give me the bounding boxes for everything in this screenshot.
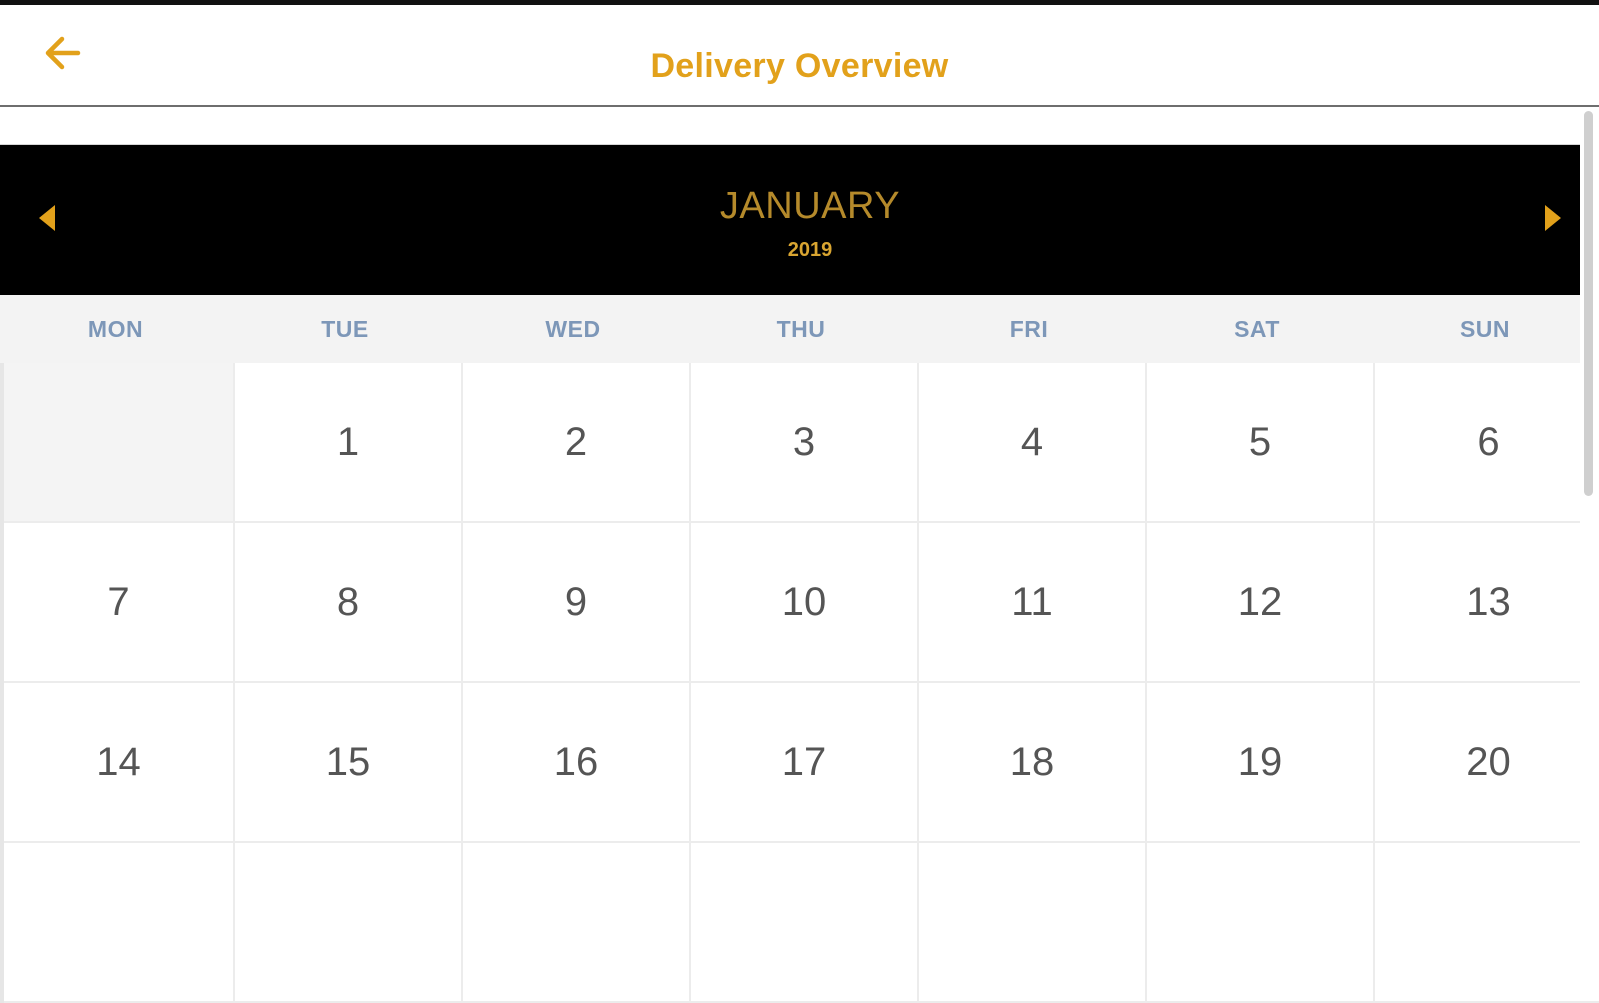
weekday-label: SAT [1234,315,1280,342]
calendar-day[interactable] [235,843,463,1003]
calendar-day[interactable]: 4 [919,363,1147,523]
month-label: JANUARY [719,185,901,227]
calendar-day[interactable]: 2 [463,363,691,523]
weekday-label: TUE [321,315,369,342]
calendar-day[interactable]: 9 [463,523,691,683]
calendar-day[interactable]: 5 [1147,363,1375,523]
calendar-grid: 1 2 3 4 5 6 7 8 9 10 11 12 13 14 15 16 1… [0,363,1599,1003]
calendar-day[interactable]: 10 [691,523,919,683]
back-button[interactable] [36,33,88,77]
month-navigation-bar: JANUARY 2019 [0,145,1599,295]
header-spacer [0,107,1599,145]
calendar-day[interactable]: 6 [1375,363,1599,523]
vertical-scrollbar[interactable] [1580,107,1599,900]
calendar-day[interactable]: 14 [4,683,235,843]
weekday-label: THU [776,315,826,342]
calendar-day[interactable]: 7 [4,523,235,683]
page-title-text: Delivery Overview [650,46,949,85]
next-month-button[interactable] [1533,195,1573,245]
calendar-day[interactable]: 12 [1147,523,1375,683]
calendar-day[interactable]: 8 [235,523,463,683]
calendar-day[interactable] [4,843,235,1003]
calendar-day[interactable]: 13 [1375,523,1599,683]
calendar-day[interactable]: 11 [919,523,1147,683]
calendar-day[interactable]: 15 [235,683,463,843]
calendar-day[interactable]: 1 [235,363,463,523]
calendar-day[interactable]: 3 [691,363,919,523]
calendar-day[interactable] [463,843,691,1003]
triangle-right-icon [1543,203,1563,238]
weekday-header-row: MON TUE WED THU FRI SAT SUN [0,295,1599,363]
calendar-day[interactable]: 20 [1375,683,1599,843]
calendar-day[interactable] [1375,843,1599,1003]
weekday-label: WED [545,315,601,342]
calendar-day[interactable] [1147,843,1375,1003]
weekday-label: SUN [1459,315,1511,342]
calendar-day[interactable]: 17 [691,683,919,843]
weekday-label: MON [87,315,144,342]
calendar-day[interactable] [919,843,1147,1003]
year-label: 2019 [787,239,833,261]
calendar-day[interactable] [691,843,919,1003]
calendar-day[interactable]: 18 [919,683,1147,843]
arrow-left-icon [42,35,82,76]
calendar-day[interactable]: 16 [463,683,691,843]
scrollbar-thumb[interactable] [1584,111,1593,496]
weekday-label: FRI [1009,315,1049,342]
calendar-day-empty [4,363,235,523]
app-header: Delivery Overview [0,5,1599,107]
calendar-day[interactable]: 19 [1147,683,1375,843]
